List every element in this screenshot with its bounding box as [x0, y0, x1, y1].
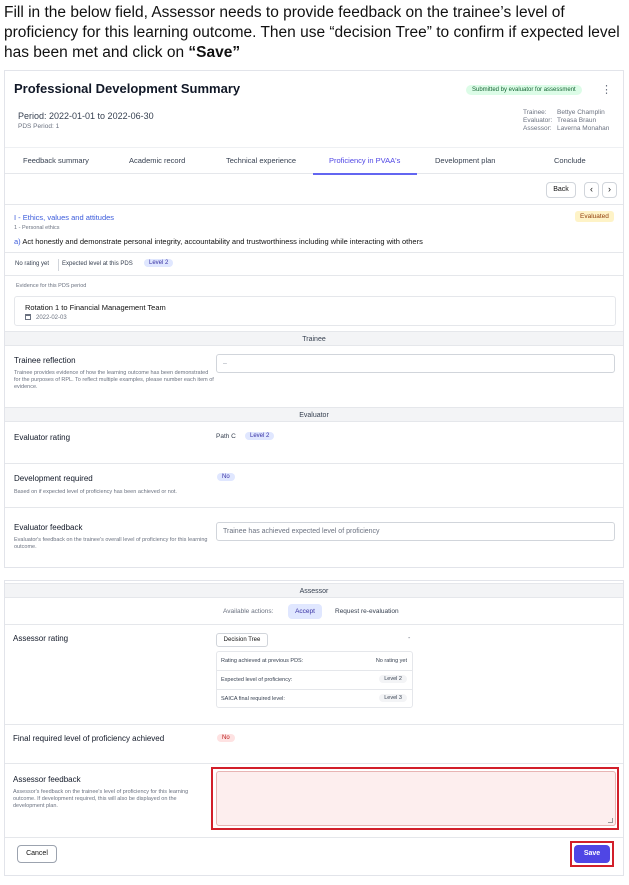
meta-label-evaluator: Evaluator:: [523, 116, 553, 124]
dt-label-previous: Rating achieved at previous PDS:: [221, 658, 304, 664]
outcome-text: Act honestly and demonstrate personal in…: [22, 237, 423, 246]
subsection-label: 1 - Personal ethics: [14, 225, 60, 231]
tab-bar: Feedback summary Academic record Technic…: [5, 147, 623, 175]
final-level-badge: No: [217, 734, 235, 742]
request-reevaluation-button[interactable]: Request re-evaluation: [335, 608, 399, 615]
trainee-reflection-title: Trainee reflection: [14, 356, 76, 365]
period-text: Period: 2022-01-01 to 2022-06-30: [18, 111, 154, 121]
no-rating-text: No rating yet: [15, 261, 50, 267]
evidence-label: Evidence for this PDS period: [16, 283, 87, 289]
evaluator-section-header: Evaluator: [5, 407, 623, 422]
page-title: Professional Development Summary: [14, 81, 241, 96]
trainee-section-header: Trainee: [5, 331, 623, 346]
evidence-date: 2022-02-03: [36, 315, 67, 321]
evaluator-feedback-title: Evaluator feedback: [14, 523, 83, 532]
cancel-button[interactable]: Cancel: [17, 845, 57, 863]
meta-label-assessor: Assessor:: [523, 124, 552, 132]
development-required-badge: No: [217, 473, 235, 481]
meta-value-evaluator: Treasa Braun: [557, 116, 597, 124]
summary-panel: Professional Development Summary Submitt…: [4, 70, 624, 568]
development-required-title: Development required: [14, 474, 93, 483]
decision-tree-button[interactable]: Decision Tree: [216, 633, 268, 647]
next-arrow-icon[interactable]: ›: [602, 182, 617, 198]
instruction-body: Fill in the below field, Assessor needs …: [4, 4, 620, 61]
meta-value-assessor: Laverna Monahan: [557, 124, 610, 132]
prev-arrow-icon[interactable]: ‹: [584, 182, 599, 198]
back-button[interactable]: Back: [546, 182, 576, 198]
evaluator-feedback-field[interactable]: Trainee has achieved expected level of p…: [216, 522, 615, 541]
tab-feedback-summary[interactable]: Feedback summary: [23, 156, 89, 165]
divider: [5, 275, 623, 276]
highlight-feedback-outline: [211, 767, 619, 830]
tab-development-plan[interactable]: Development plan: [435, 156, 495, 165]
divider: [58, 259, 59, 271]
instruction-save-word: “Save”: [188, 44, 241, 61]
decision-tree-table: Rating achieved at previous PDS: No rati…: [216, 651, 413, 708]
meta-value-trainee: Bettye Champlin: [557, 109, 605, 116]
expected-level-badge: Level 2: [144, 259, 174, 267]
meta-label-trainee: Trainee:: [523, 109, 547, 116]
assessor-feedback-desc: Assessor's feedback on the trainee's lev…: [13, 789, 189, 809]
expected-level-label: Expected level at this PDS: [62, 261, 133, 267]
available-actions-label: Available actions:: [223, 608, 274, 615]
evidence-date-row: 2022-02-03: [25, 314, 67, 321]
competency-section-link[interactable]: I - Ethics, values and attitudes: [14, 213, 114, 222]
divider: [5, 204, 623, 205]
tab-conclude[interactable]: Conclude: [554, 156, 586, 165]
more-menu-icon[interactable]: ⋮: [601, 83, 612, 96]
divider: [5, 624, 623, 625]
tab-academic-record[interactable]: Academic record: [129, 156, 185, 165]
instruction-text: Fill in the below field, Assessor needs …: [4, 3, 624, 63]
assessor-rating-title: Assessor rating: [13, 634, 69, 643]
evaluator-feedback-desc: Evaluator's feedback on the trainee's ov…: [14, 537, 208, 550]
divider: [5, 507, 623, 508]
trainee-reflection-field[interactable]: –: [216, 354, 615, 373]
dt-value-saica: Level 3: [379, 694, 407, 702]
dt-value-previous: No rating yet: [375, 658, 407, 664]
assessor-panel: Assessor Available actions: Accept Reque…: [4, 580, 624, 876]
meta-labels: Trainee: Evaluator: Assessor:: [523, 109, 552, 132]
dt-value-expected: Level 2: [379, 675, 407, 683]
highlight-save-outline: [570, 841, 614, 867]
tab-proficiency[interactable]: Proficiency in PVAA's: [329, 156, 400, 165]
assessor-feedback-title: Assessor feedback: [13, 775, 81, 784]
table-row: SAICA final required level: Level 3: [217, 690, 412, 709]
divider: [5, 763, 623, 764]
outcome-prefix: a): [14, 237, 21, 246]
dt-label-expected: Expected level of proficiency:: [221, 677, 293, 683]
divider: [5, 837, 623, 838]
path-level-badge: Level 2: [245, 432, 275, 440]
tab-technical-experience[interactable]: Technical experience: [226, 156, 296, 165]
assessor-rating-value: -: [408, 635, 411, 642]
dt-label-saica: SAICA final required level:: [221, 696, 285, 702]
final-level-title: Final required level of proficiency achi…: [13, 734, 165, 743]
divider: [5, 463, 623, 464]
active-tab-indicator: [313, 173, 417, 175]
assessor-section-header: Assessor: [5, 583, 623, 598]
pds-period-text: PDS Period: 1: [18, 123, 60, 130]
divider: [5, 724, 623, 725]
evaluated-badge: Evaluated: [575, 211, 614, 222]
accept-button[interactable]: Accept: [288, 604, 322, 619]
status-badge: Submitted by evaluator for assessment: [466, 85, 582, 95]
development-required-desc: Based on if expected level of proficienc…: [14, 489, 177, 495]
table-row: Expected level of proficiency: Level 2: [217, 671, 412, 690]
table-row: Rating achieved at previous PDS: No rati…: [217, 652, 412, 671]
learning-outcome: a) Act honestly and demonstrate personal…: [14, 237, 423, 246]
evidence-card[interactable]: Rotation 1 to Financial Management Team …: [14, 296, 616, 326]
evidence-title: Rotation 1 to Financial Management Team: [25, 303, 166, 312]
path-text: Path C: [216, 433, 236, 440]
trainee-reflection-desc: Trainee provides evidence of how the lea…: [14, 370, 214, 390]
meta-values: Bettye Champlin Treasa Braun Laverna Mon…: [557, 109, 609, 132]
divider: [5, 252, 623, 253]
evaluator-rating-title: Evaluator rating: [14, 433, 71, 442]
calendar-icon: [25, 314, 31, 320]
